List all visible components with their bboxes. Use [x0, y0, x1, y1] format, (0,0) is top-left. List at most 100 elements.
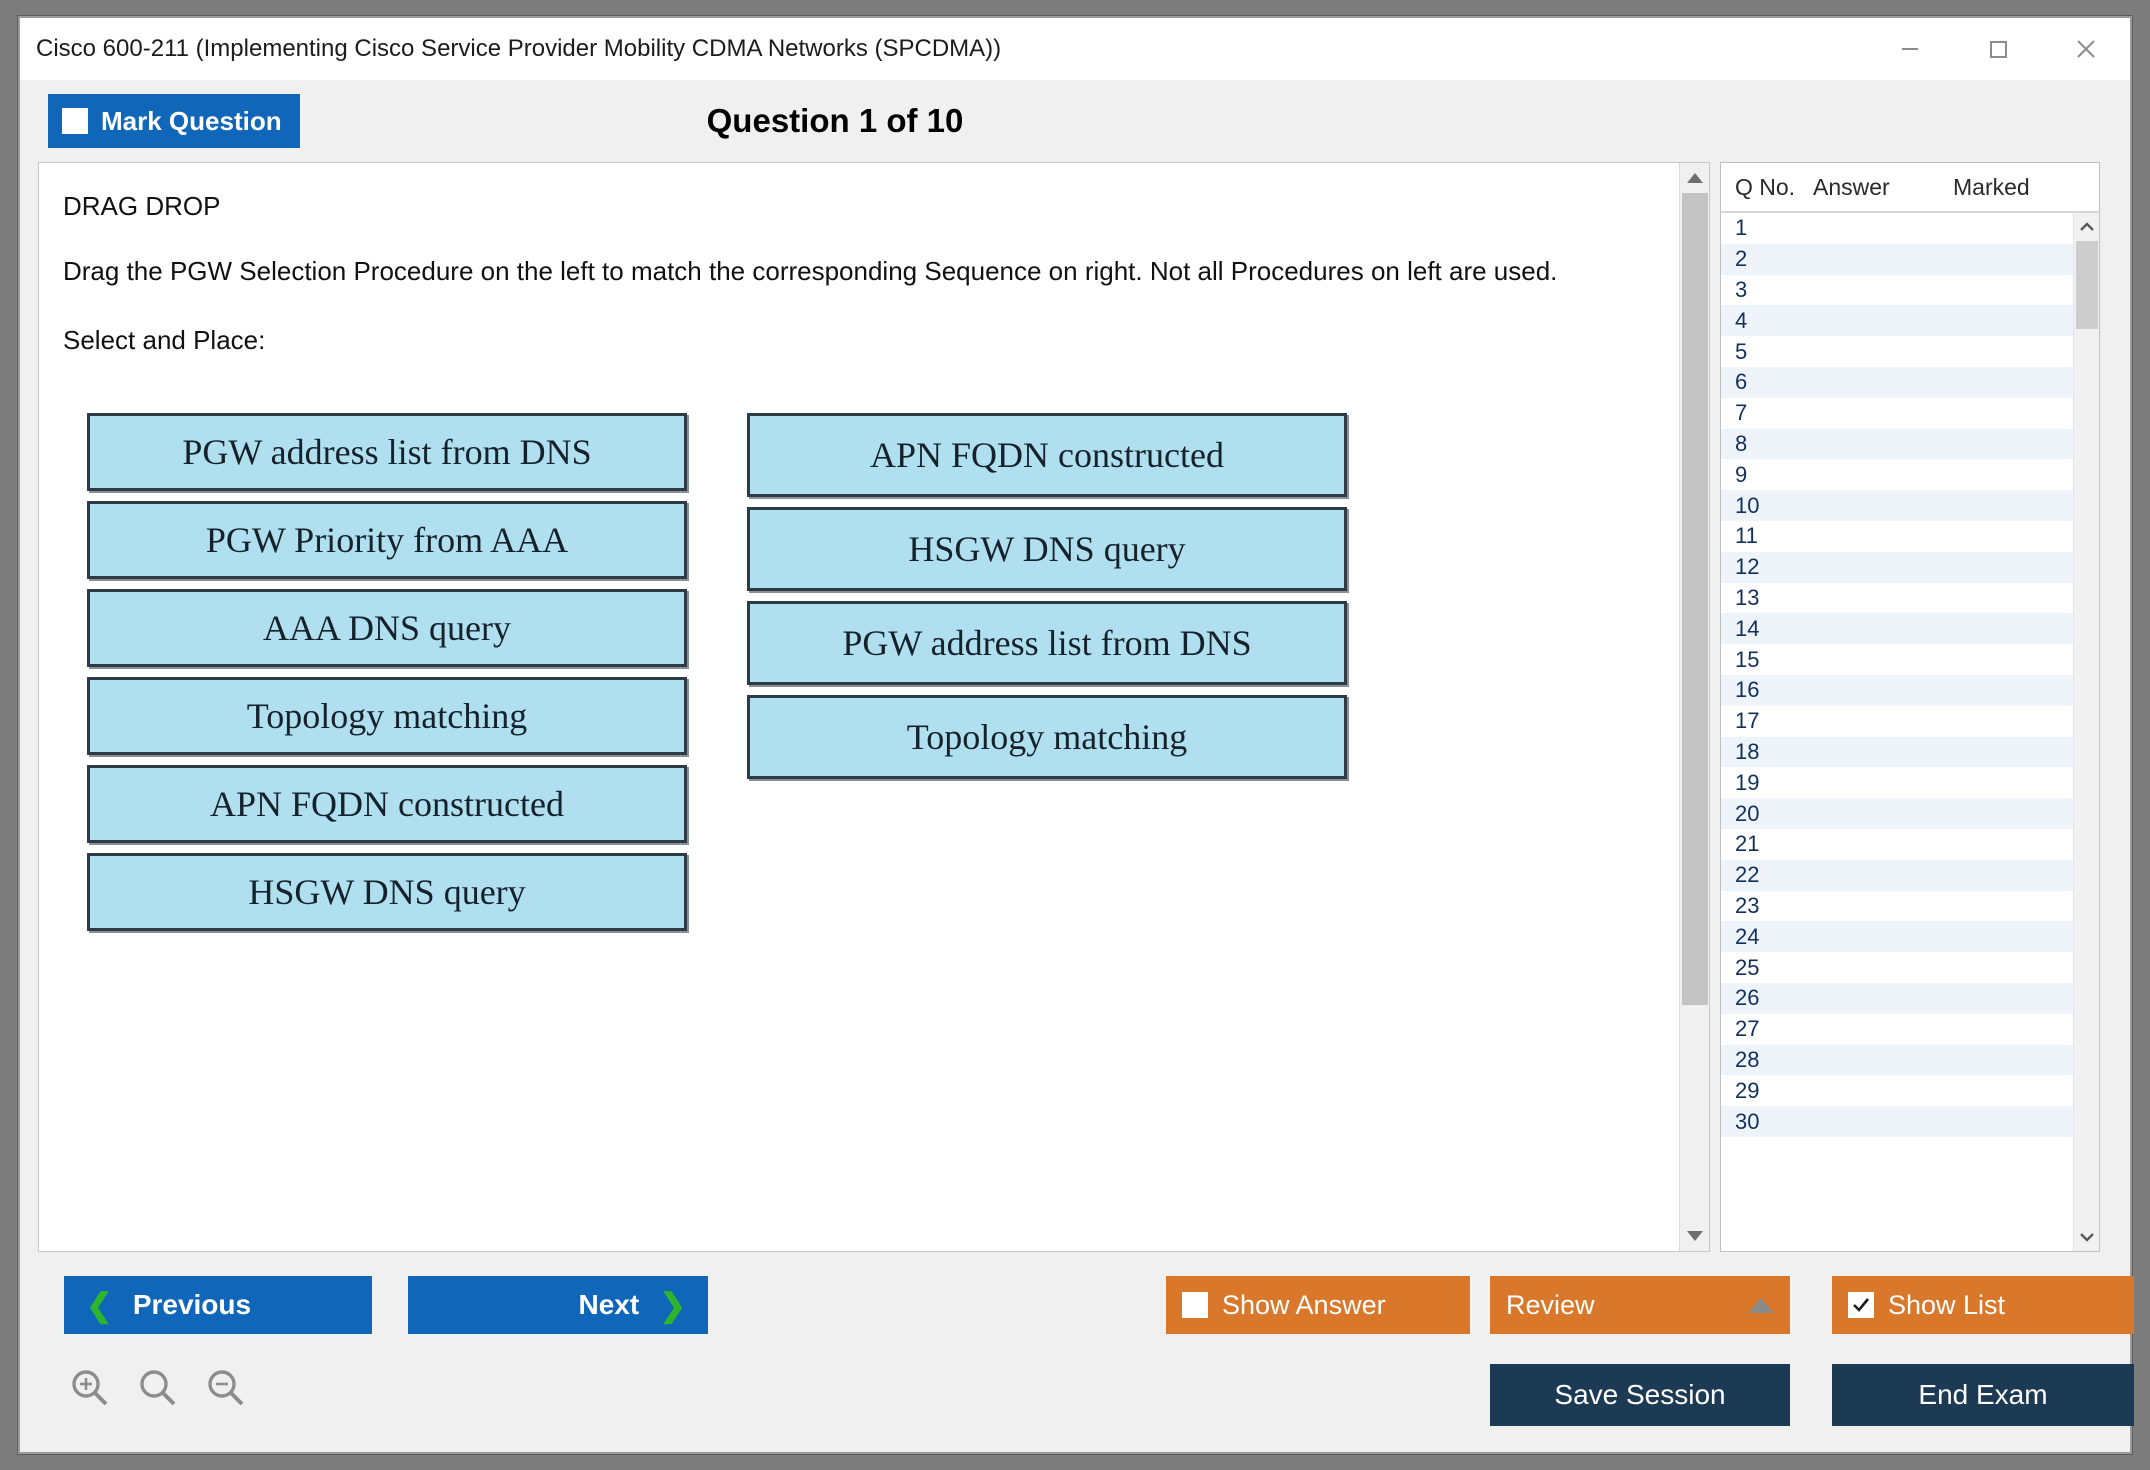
exam-window: Cisco 600-211 (Implementing Cisco Servic…	[18, 16, 2134, 1454]
table-row[interactable]: 24	[1721, 921, 2073, 953]
row-question-number: 2	[1735, 246, 1748, 272]
maximize-icon[interactable]	[1954, 19, 2042, 79]
row-question-number: 5	[1735, 338, 1748, 364]
table-row[interactable]: 9	[1721, 459, 2073, 490]
question-list-header: Q No. Answer Marked	[1721, 163, 2099, 213]
save-session-button[interactable]: Save Session	[1490, 1364, 1790, 1426]
drag-drop-area: PGW address list from DNS PGW Priority f…	[63, 413, 1649, 932]
source-column: PGW address list from DNS PGW Priority f…	[87, 413, 687, 932]
row-question-number: 18	[1735, 738, 1760, 764]
row-question-number: 19	[1735, 769, 1760, 795]
row-question-number: 22	[1735, 862, 1760, 888]
question-list-panel: Q No. Answer Marked 1 2 3 4 5 6 7 8 9 10 11 12 13 14 1…	[1720, 162, 2100, 1252]
show-answer-button[interactable]: Show Answer	[1166, 1276, 1470, 1334]
scroll-up-icon[interactable]	[1680, 163, 1710, 193]
table-row[interactable]: 21	[1721, 829, 2073, 860]
table-row[interactable]: 20	[1721, 798, 2073, 829]
drag-item[interactable]: HSGW DNS query	[87, 853, 687, 932]
row-question-number: 23	[1735, 892, 1760, 918]
drag-item[interactable]: PGW Priority from AAA	[87, 501, 687, 580]
show-list-checkbox[interactable]	[1848, 1292, 1874, 1318]
list-scroll-down-icon[interactable]	[2074, 1223, 2100, 1251]
scrollbar-track[interactable]	[1680, 193, 1710, 1221]
row-question-number: 1	[1735, 215, 1748, 241]
row-question-number: 11	[1735, 523, 1758, 549]
question-scrollbar[interactable]	[1679, 163, 1709, 1251]
drag-item[interactable]: Topology matching	[87, 677, 687, 756]
table-row[interactable]: 13	[1721, 583, 2073, 614]
list-scroll-up-icon[interactable]	[2074, 213, 2100, 241]
question-list-rows: 1 2 3 4 5 6 7 8 9 10 11 12 13 14 15 16 17 18 19 20 21 22 23 24 2…	[1721, 213, 2073, 1251]
table-row[interactable]: 30	[1721, 1106, 2073, 1137]
table-row[interactable]: 7	[1721, 398, 2073, 429]
show-list-label: Show List	[1888, 1289, 2006, 1320]
scroll-down-icon[interactable]	[1680, 1221, 1710, 1251]
end-exam-button[interactable]: End Exam	[1832, 1364, 2134, 1426]
table-row[interactable]: 27	[1721, 1014, 2073, 1045]
zoom-out-icon[interactable]	[200, 1362, 252, 1414]
previous-button[interactable]: ❮ Previous	[64, 1276, 372, 1334]
drop-target[interactable]: APN FQDN constructed	[747, 413, 1347, 498]
table-row[interactable]: 4	[1721, 305, 2073, 337]
zoom-in-icon[interactable]	[64, 1362, 116, 1414]
table-row[interactable]: 22	[1721, 859, 2073, 891]
minimize-icon[interactable]	[1866, 19, 1954, 79]
question-pane: DRAG DROP Drag the PGW Selection Procedu…	[38, 162, 1710, 1252]
list-scrollbar-thumb[interactable]	[2075, 241, 2098, 330]
table-row[interactable]: 17	[1721, 706, 2073, 737]
table-row[interactable]: 19	[1721, 767, 2073, 798]
table-row[interactable]: 5	[1721, 336, 2073, 367]
show-answer-checkbox[interactable]	[1182, 1292, 1208, 1318]
column-header-qno: Q No.	[1735, 173, 1796, 200]
next-label: Next	[578, 1289, 640, 1320]
drop-target[interactable]: PGW address list from DNS	[747, 601, 1347, 686]
drag-item[interactable]: AAA DNS query	[87, 589, 687, 668]
question-content: DRAG DROP Drag the PGW Selection Procedu…	[39, 163, 1679, 1251]
row-question-number: 25	[1735, 954, 1760, 980]
next-button[interactable]: Next ❯	[408, 1276, 708, 1334]
scrollbar-thumb[interactable]	[1681, 193, 1708, 1006]
chevron-left-icon: ❮	[86, 1287, 113, 1323]
column-header-marked: Marked	[1953, 173, 2030, 200]
question-counter: Question 1 of 10	[706, 102, 964, 139]
table-row[interactable]: 29	[1721, 1075, 2073, 1106]
list-scrollbar-track[interactable]	[2074, 241, 2100, 1223]
question-prompt: Drag the PGW Selection Procedure on the …	[63, 255, 1558, 286]
table-row[interactable]: 6	[1721, 366, 2073, 398]
table-row[interactable]: 8	[1721, 428, 2073, 460]
save-session-label: Save Session	[1554, 1379, 1726, 1410]
table-row[interactable]: 16	[1721, 674, 2073, 706]
window-title: Cisco 600-211 (Implementing Cisco Servic…	[36, 35, 1002, 62]
table-row[interactable]: 2	[1721, 243, 2073, 275]
row-question-number: 6	[1735, 369, 1748, 395]
table-row[interactable]: 14	[1721, 613, 2073, 645]
drag-item[interactable]: APN FQDN constructed	[87, 765, 687, 844]
table-row[interactable]: 11	[1721, 521, 2073, 552]
table-row[interactable]: 25	[1721, 952, 2073, 983]
table-row[interactable]: 1	[1721, 213, 2073, 244]
question-type-label: DRAG DROP	[63, 191, 221, 221]
table-row[interactable]: 3	[1721, 275, 2073, 306]
drop-target[interactable]: Topology matching	[747, 695, 1347, 780]
mark-question-checkbox[interactable]	[62, 108, 88, 134]
table-row[interactable]: 23	[1721, 891, 2073, 922]
table-row[interactable]: 18	[1721, 736, 2073, 768]
target-column: APN FQDN constructed HSGW DNS query PGW …	[747, 413, 1347, 931]
review-dropdown[interactable]: Review	[1490, 1276, 1790, 1334]
table-row[interactable]: 28	[1721, 1044, 2073, 1076]
row-question-number: 4	[1735, 307, 1748, 333]
close-icon[interactable]	[2042, 19, 2130, 79]
drop-target[interactable]: HSGW DNS query	[747, 507, 1347, 592]
row-question-number: 20	[1735, 800, 1760, 826]
zoom-reset-icon[interactable]	[132, 1362, 184, 1414]
chevron-right-icon: ❯	[659, 1287, 686, 1323]
table-row[interactable]: 26	[1721, 982, 2073, 1014]
drag-item[interactable]: PGW address list from DNS	[87, 413, 687, 492]
title-bar: Cisco 600-211 (Implementing Cisco Servic…	[20, 18, 2130, 80]
table-row[interactable]: 12	[1721, 551, 2073, 583]
table-row[interactable]: 10	[1721, 490, 2073, 521]
show-list-button[interactable]: Show List	[1832, 1276, 2134, 1334]
question-list-scrollbar[interactable]	[2073, 213, 2099, 1251]
mark-question-button[interactable]: Mark Question	[48, 94, 300, 148]
table-row[interactable]: 15	[1721, 644, 2073, 675]
